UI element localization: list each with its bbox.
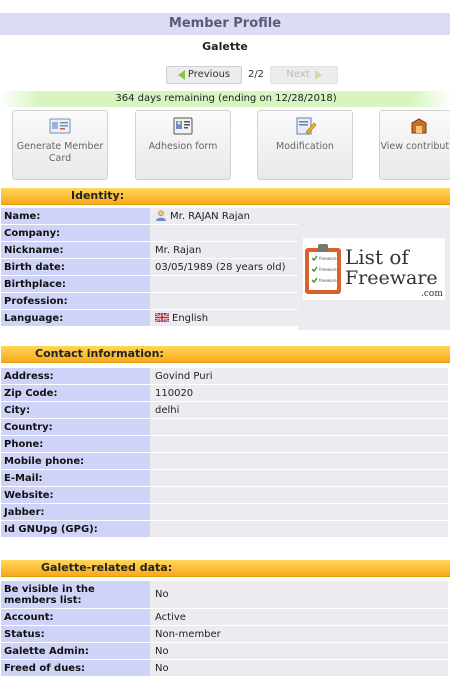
logo-list-item: freeware [319, 278, 337, 283]
table-row: Status: Non-member [1, 626, 448, 642]
generate-member-card-button[interactable]: Generate Member Card [12, 110, 108, 180]
contact-table: Address: Govind Puri Zip Code: 110020 City… [1, 367, 448, 538]
table-row: Website: [1, 487, 448, 503]
table-row: Zip Code: 110020 [1, 385, 448, 401]
table-row: Mobile phone: [1, 453, 448, 469]
field-label: Address: [1, 368, 150, 384]
field-value: No [150, 660, 448, 676]
field-value [150, 487, 448, 503]
page-title: Member Profile [0, 13, 450, 35]
name-value: Mr. RAJAN Rajan [170, 211, 250, 222]
table-row: Freed of dues: No [1, 660, 448, 676]
field-value [150, 470, 448, 486]
field-label: Company: [1, 225, 150, 241]
field-label: Birth date: [1, 259, 150, 275]
action-label: Generate Member Card [16, 141, 104, 164]
next-button[interactable]: Next [270, 66, 338, 84]
adhesion-form-button[interactable]: Adhesion form [135, 110, 231, 180]
contact-section-header: Contact information: [1, 346, 450, 363]
field-label: Mobile phone: [1, 453, 150, 469]
field-value: No [150, 581, 448, 608]
field-label: Country: [1, 419, 150, 435]
table-row: Jabber: [1, 504, 448, 520]
uk-flag-icon [154, 311, 170, 323]
galette-section-header: Galette-related data: [1, 560, 450, 577]
field-value: Non-member [150, 626, 448, 642]
field-label: Zip Code: [1, 385, 150, 401]
field-value: 110020 [150, 385, 448, 401]
field-value: delhi [150, 402, 448, 418]
page-subtitle: Galette [202, 40, 248, 53]
table-row: Address: Govind Puri [1, 368, 448, 384]
member-card-icon [49, 118, 71, 134]
field-value [150, 453, 448, 469]
field-value [150, 504, 448, 520]
logo-line-2: Freeware [345, 267, 438, 289]
galette-table: Be visible in the members list: No Accou… [1, 580, 448, 677]
action-label: View contributio [380, 141, 450, 152]
action-label: Modification [276, 141, 334, 152]
table-row: Country: [1, 419, 448, 435]
list-of-freeware-logo: freeware freeware freeware List of Freew… [303, 238, 445, 300]
section-title: Identity: [71, 189, 125, 202]
field-value: Active [150, 609, 448, 625]
field-value [150, 436, 448, 452]
field-label: Website: [1, 487, 150, 503]
view-contributions-button[interactable]: View contributio [379, 110, 450, 180]
identity-section-header: Identity: [1, 188, 450, 205]
table-row: E-Mail: [1, 470, 448, 486]
days-remaining-banner: 364 days remaining (ending on 12/28/2018… [0, 91, 450, 107]
logo-list-item: freeware [319, 267, 337, 272]
action-label: Adhesion form [148, 141, 218, 152]
table-row: Phone: [1, 436, 448, 452]
arrow-left-icon [177, 70, 185, 80]
edit-icon [296, 117, 316, 135]
table-row: Account: Active [1, 609, 448, 625]
page-indicator: 2/2 [247, 69, 265, 80]
language-value: English [172, 312, 209, 324]
logo-suffix: .com [421, 289, 443, 299]
field-label: Birthplace: [1, 276, 150, 292]
table-row: City: delhi [1, 402, 448, 418]
field-label: Name: [1, 208, 150, 224]
field-label: Jabber: [1, 504, 150, 520]
next-label: Next [286, 69, 310, 80]
field-label: Be visible in the members list: [1, 581, 150, 608]
logo-graphic: freeware freeware freeware List of Freew… [305, 244, 443, 299]
field-label: Profession: [1, 293, 150, 309]
previous-button[interactable]: Previous [166, 66, 242, 84]
field-value [150, 521, 448, 537]
field-label: Phone: [1, 436, 150, 452]
table-row: Be visible in the members list: No [1, 581, 448, 608]
field-value [150, 419, 448, 435]
field-label: Id GNUpg (GPG): [1, 521, 150, 537]
logo-list-item: freeware [319, 256, 337, 261]
previous-label: Previous [187, 69, 231, 80]
contributions-icon [411, 118, 427, 134]
user-icon [155, 210, 167, 221]
arrow-right-icon [314, 70, 322, 80]
field-label: E-Mail: [1, 470, 150, 486]
field-value: No [150, 643, 448, 659]
field-label: Account: [1, 609, 150, 625]
logo-line-1: List of [345, 245, 410, 269]
field-label: City: [1, 402, 150, 418]
modification-button[interactable]: Modification [257, 110, 353, 180]
field-label: Nickname: [1, 242, 150, 258]
field-value: Govind Puri [150, 368, 448, 384]
field-label: Freed of dues: [1, 660, 150, 676]
table-row: Galette Admin: No [1, 643, 448, 659]
table-row: Id GNUpg (GPG): [1, 521, 448, 537]
section-title: Galette-related data: [41, 561, 173, 574]
field-label: Status: [1, 626, 150, 642]
section-title: Contact information: [35, 347, 164, 360]
field-label: Galette Admin: [1, 643, 150, 659]
adhesion-form-icon [173, 117, 193, 135]
field-label: Language: [1, 310, 150, 326]
